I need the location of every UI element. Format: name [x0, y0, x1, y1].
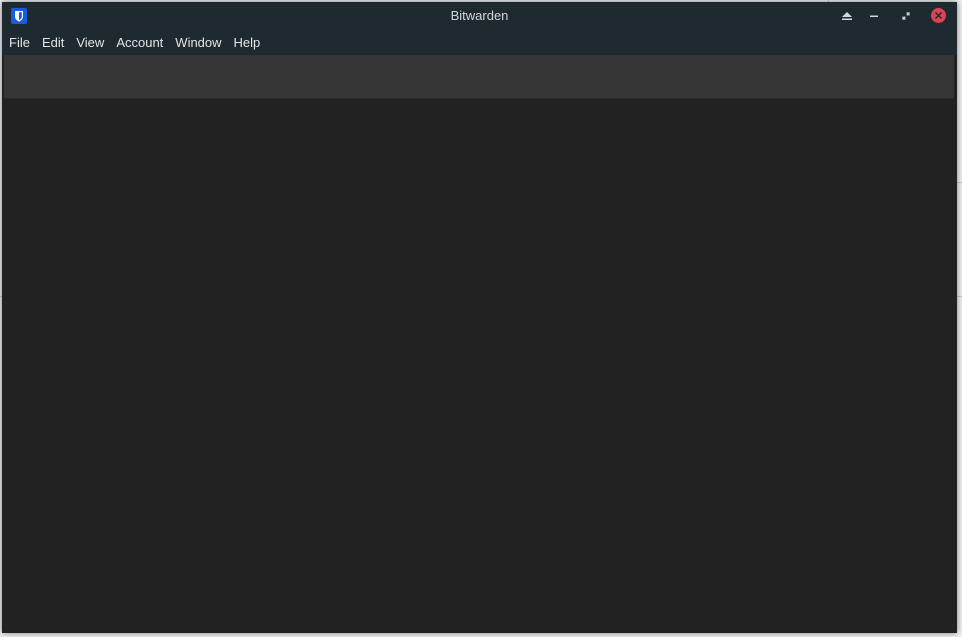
- menu-edit[interactable]: Edit: [36, 30, 70, 55]
- menu-help[interactable]: Help: [228, 30, 267, 55]
- restore-icon: [902, 12, 910, 20]
- app-content-area: [2, 99, 957, 633]
- bitwarden-window: Bitwarden File Edit View Account Window …: [2, 2, 957, 633]
- window-title: Bitwarden: [450, 8, 509, 23]
- maximize-button[interactable]: [897, 7, 915, 25]
- minimize-icon: [870, 15, 878, 17]
- menu-account[interactable]: Account: [110, 30, 169, 55]
- desktop: Bitwarden File Edit View Account Window …: [0, 0, 962, 637]
- minimize-button[interactable]: [865, 7, 883, 25]
- menu-window[interactable]: Window: [169, 30, 227, 55]
- title-bar[interactable]: Bitwarden: [2, 2, 957, 30]
- menu-bar: File Edit View Account Window Help: [2, 30, 957, 55]
- app-header-bar: [4, 55, 954, 99]
- close-button[interactable]: [931, 8, 946, 23]
- menu-view[interactable]: View: [70, 30, 110, 55]
- close-icon: [935, 12, 942, 19]
- keep-above-button[interactable]: [838, 7, 856, 25]
- keep-above-icon: [842, 12, 852, 20]
- menu-file[interactable]: File: [2, 30, 36, 55]
